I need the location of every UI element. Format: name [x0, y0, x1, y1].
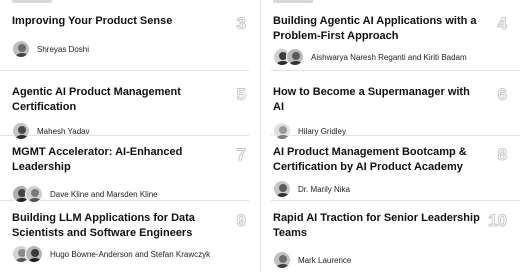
- course-title[interactable]: Agentic AI Product Management Certificat…: [12, 85, 232, 115]
- course-authors: Dave Kline and Marsden Kline: [12, 185, 248, 203]
- course-card[interactable]: Building LLM Applications for Data Scien…: [12, 211, 248, 263]
- course-authors: Aishwarya Naresh Reganti and Kiriti Bada…: [273, 48, 509, 66]
- course-card[interactable]: Building Agentic AI Applications with a …: [273, 14, 509, 66]
- author-avatars: [273, 48, 304, 66]
- course-title[interactable]: Improving Your Product Sense: [12, 14, 222, 29]
- course-title[interactable]: AI Product Management Bootcamp & Certifi…: [273, 145, 483, 175]
- author-avatars: [273, 251, 291, 269]
- course-authors: Shreyas Doshi: [12, 40, 248, 58]
- rank-number: 10: [488, 211, 508, 231]
- avatar: [25, 245, 43, 263]
- rank-number: 6: [497, 85, 508, 105]
- avatar: [286, 48, 304, 66]
- course-card[interactable]: MGMT Accelerator: AI-Enhanced Leadership…: [12, 145, 248, 203]
- author-names: Dave Kline and Marsden Kline: [50, 189, 158, 199]
- row-divider: [271, 70, 520, 71]
- course-title[interactable]: Building LLM Applications for Data Scien…: [12, 211, 222, 241]
- avatar: [273, 251, 291, 269]
- rank-number: 8: [497, 145, 508, 165]
- course-card[interactable]: Rapid AI Traction for Senior Leadership …: [273, 211, 509, 269]
- course-authors: Mark Laurence: [273, 251, 509, 269]
- author-avatars: [273, 122, 291, 140]
- row-divider: [0, 70, 249, 71]
- course-card[interactable]: Improving Your Product Sense 3 Shreyas D…: [12, 14, 248, 58]
- rank-number: 9: [236, 211, 247, 231]
- avatar: [273, 180, 291, 198]
- author-names: Aishwarya Naresh Reganti and Kiriti Bada…: [311, 52, 467, 62]
- author-names: Shreyas Doshi: [37, 44, 90, 54]
- course-card[interactable]: Agentic AI Product Management Certificat…: [12, 85, 248, 140]
- row-divider: [271, 200, 520, 201]
- author-avatars: [273, 180, 291, 198]
- rank-number: 4: [497, 14, 508, 34]
- course-card[interactable]: AI Product Management Bootcamp & Certifi…: [273, 145, 509, 198]
- course-card[interactable]: How to Become a Supermanager with AI 6 H…: [273, 85, 509, 140]
- previous-card-edge: [12, 0, 52, 3]
- rank-number: 5: [236, 85, 247, 105]
- course-title[interactable]: Building Agentic AI Applications with a …: [273, 14, 483, 44]
- author-avatars: [12, 185, 43, 203]
- author-names: Dr. Marily Nika: [298, 184, 351, 194]
- avatar: [12, 40, 30, 58]
- author-names: Mahesh Yadav: [37, 126, 90, 136]
- rank-number: 7: [236, 145, 247, 165]
- author-names: Hilary Gridley: [298, 126, 347, 136]
- column-divider: [260, 0, 261, 272]
- course-authors: Mahesh Yadav: [12, 122, 248, 140]
- previous-card-edge: [273, 0, 313, 3]
- course-title[interactable]: Rapid AI Traction for Senior Leadership …: [273, 211, 493, 241]
- course-authors: Hugo Bowne-Anderson and Stefan Krawczyk: [12, 245, 248, 263]
- avatar: [12, 122, 30, 140]
- course-authors: Hilary Gridley: [273, 122, 509, 140]
- avatar: [273, 122, 291, 140]
- course-grid: Improving Your Product Sense 3 Shreyas D…: [0, 0, 520, 272]
- avatar: [25, 185, 43, 203]
- author-avatars: [12, 40, 30, 58]
- course-title[interactable]: MGMT Accelerator: AI-Enhanced Leadership: [12, 145, 232, 175]
- author-avatars: [12, 122, 30, 140]
- course-title[interactable]: How to Become a Supermanager with AI: [273, 85, 483, 115]
- author-avatars: [12, 245, 43, 263]
- author-names: Mark Laurence: [298, 255, 352, 265]
- author-names: Hugo Bowne-Anderson and Stefan Krawczyk: [50, 249, 211, 259]
- course-authors: Dr. Marily Nika: [273, 180, 509, 198]
- rank-number: 3: [236, 14, 247, 34]
